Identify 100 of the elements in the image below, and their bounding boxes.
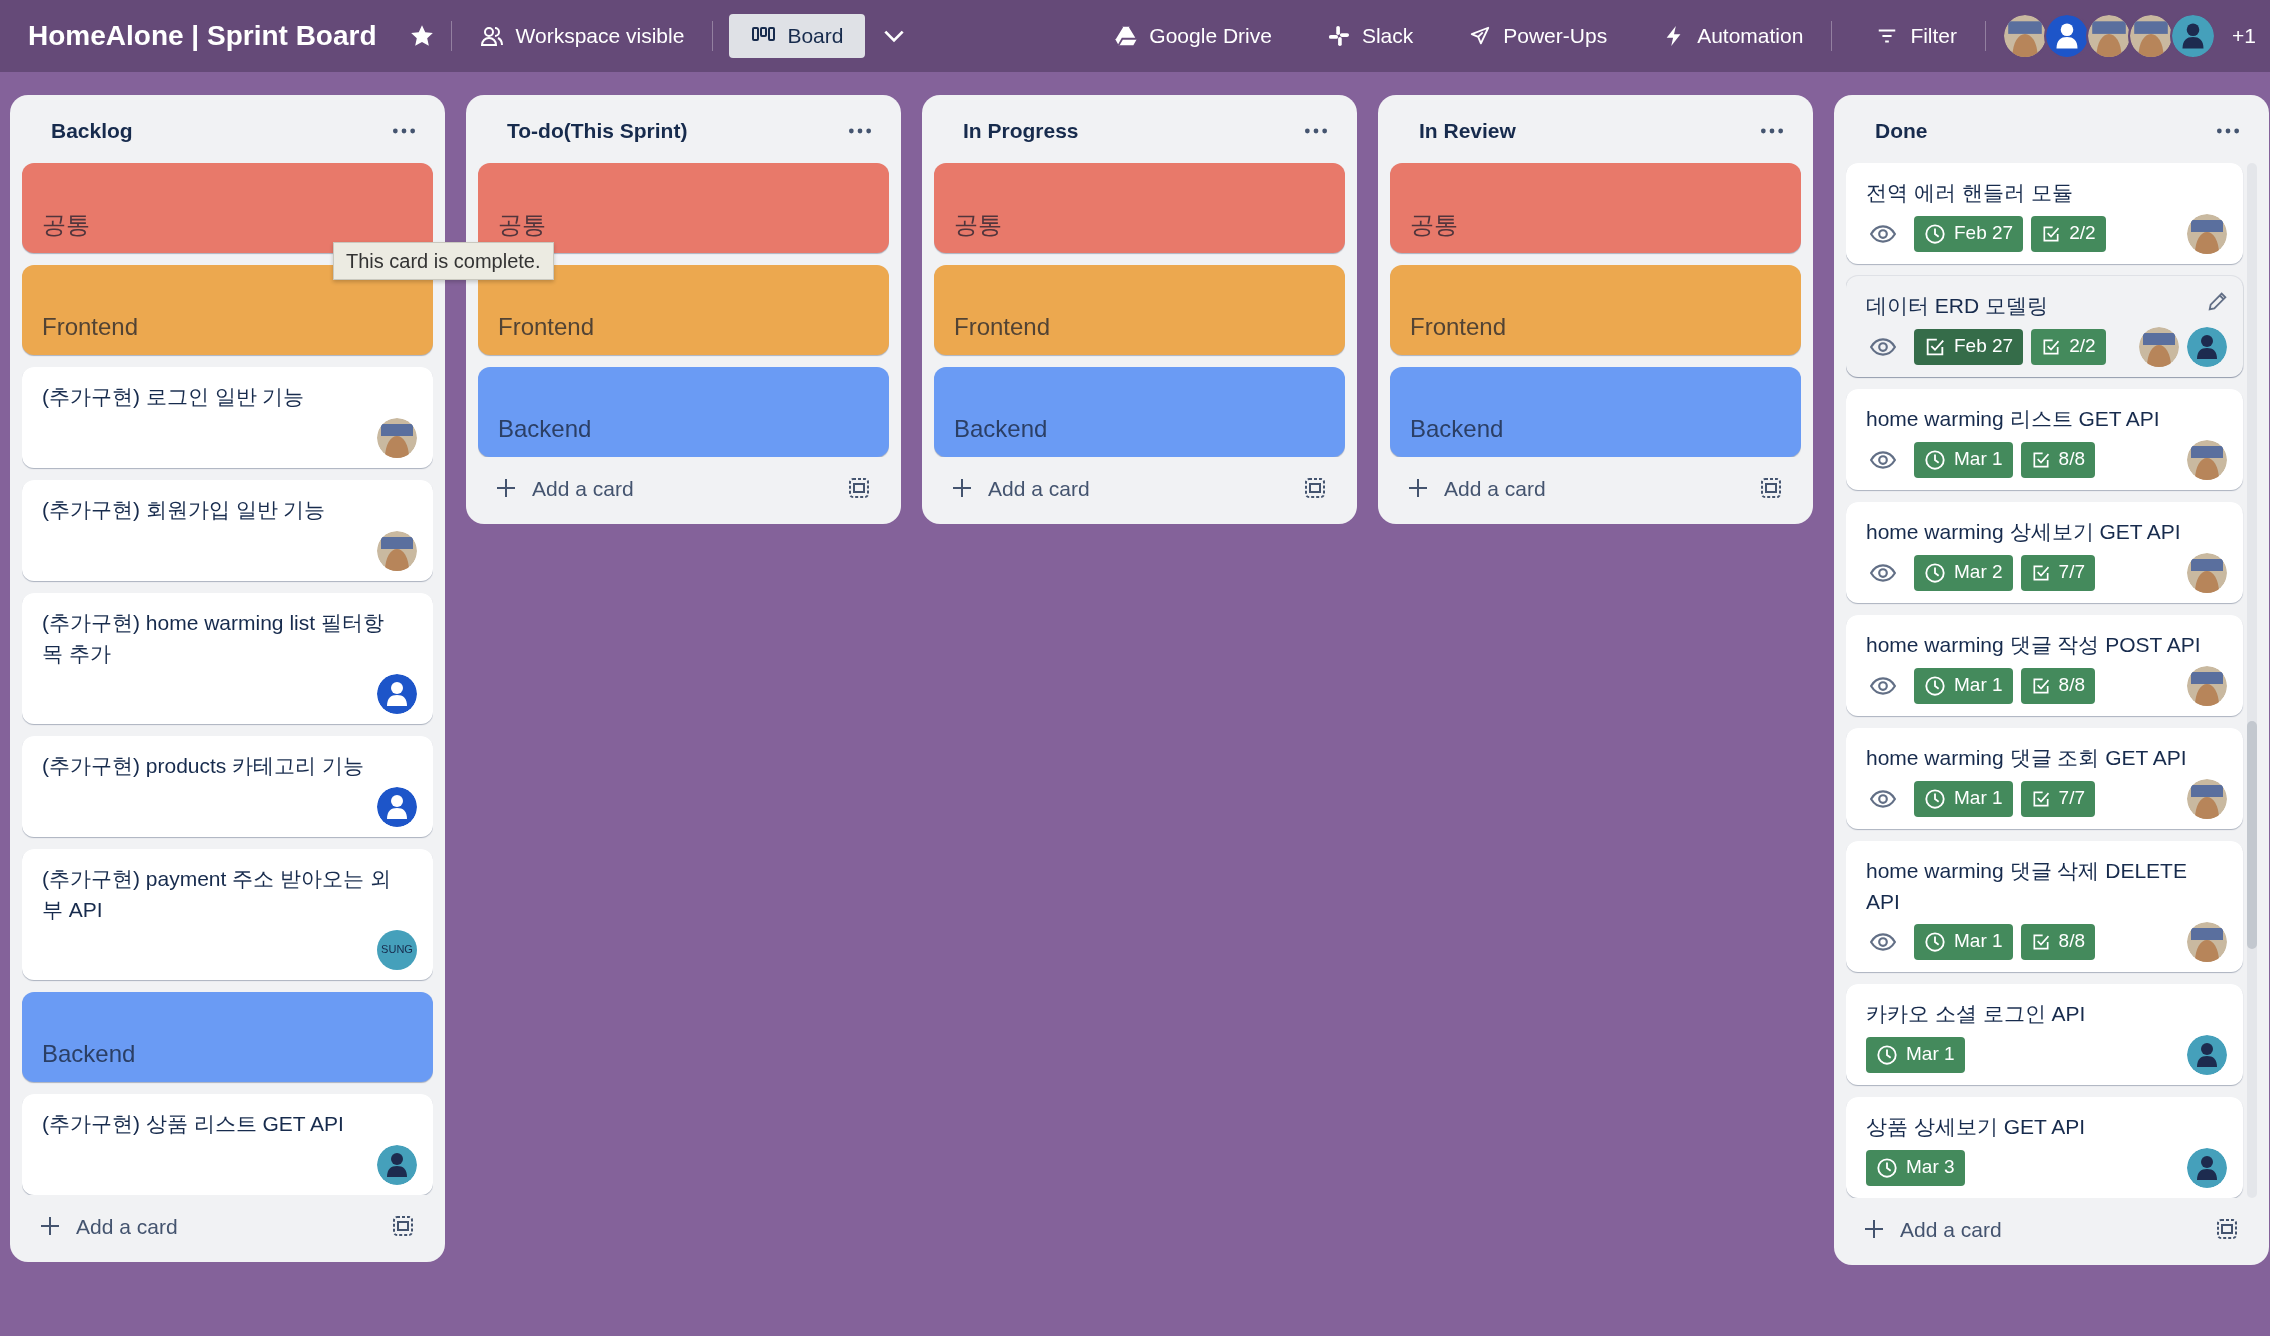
label-card[interactable]: Backend: [934, 366, 1345, 457]
due-date-badge[interactable]: Mar 2: [1914, 554, 2013, 591]
checklist-badge: 7/7: [2020, 554, 2095, 591]
label-card[interactable]: Frontend: [1390, 264, 1801, 355]
avatar: [2187, 326, 2227, 367]
visibility-button[interactable]: Workspace visible: [467, 14, 697, 58]
task-card[interactable]: (추가구현) 상품 리스트 GET API: [22, 1093, 433, 1195]
template-icon[interactable]: [391, 1214, 415, 1239]
avatar: [377, 417, 417, 458]
card-title: home warming 댓글 작성 POST API: [1866, 631, 2201, 658]
add-card-button[interactable]: Add a card: [938, 464, 1102, 512]
tooltip: This card is complete.: [333, 242, 554, 280]
card-title: home warming 댓글 삭제 DELETE API: [1866, 857, 2188, 915]
checklist-badge: 8/8: [2020, 441, 2095, 478]
view-tab[interactable]: Board: [729, 14, 866, 58]
scrollbar-thumb[interactable]: [2247, 721, 2257, 950]
toolbar-button[interactable]: Google Drive: [1103, 14, 1284, 58]
task-card[interactable]: (추가구현) payment 주소 받아오는 외부 API SUNG: [22, 848, 433, 980]
task-card[interactable]: (추가구현) 회원가입 일반 기능: [22, 479, 433, 581]
checklist-badge: 2/2: [2031, 215, 2106, 252]
card-title: 데이터 ERD 모델링: [1866, 292, 2048, 319]
template-icon[interactable]: [1759, 476, 1783, 501]
card-title: home warming 댓글 조회 GET API: [1866, 744, 2187, 771]
avatar: [377, 673, 417, 714]
card-title: home warming 리스트 GET API: [1866, 405, 2160, 432]
slack-icon: [1327, 25, 1350, 47]
due-date-badge[interactable]: Mar 1: [1914, 923, 2013, 960]
checklist-badge: 8/8: [2020, 667, 2095, 704]
clock-icon: [1924, 448, 1946, 471]
task-card[interactable]: 전역 에러 핸들러 모듈 Feb 27 2/2: [1846, 162, 2243, 264]
avatar: [2187, 921, 2227, 962]
checklist-badge: 2/2: [2031, 328, 2106, 365]
label-card[interactable]: 공통: [1390, 162, 1801, 253]
task-card[interactable]: home warming 리스트 GET API Mar 1 8/8: [1846, 388, 2243, 490]
clock-icon: [1924, 561, 1946, 584]
label-card[interactable]: Frontend: [934, 264, 1345, 355]
avatar: [377, 530, 417, 571]
checklist-badge: 7/7: [2020, 780, 2095, 817]
due-date-badge[interactable]: Feb 27: [1914, 215, 2024, 252]
add-card-button[interactable]: Add a card: [1850, 1205, 2014, 1253]
toolbar-button[interactable]: Slack: [1315, 14, 1426, 58]
label-card[interactable]: Backend: [1390, 366, 1801, 457]
list-title: In Review: [1419, 118, 1516, 144]
task-card[interactable]: 데이터 ERD 모델링 Feb 27 2/2: [1846, 275, 2243, 377]
card-title: 카카오 소셜 로그인 API: [1866, 1000, 2086, 1027]
task-card[interactable]: (추가구현) home warming list 필터항목 추가: [22, 592, 433, 724]
avatar: [2139, 326, 2179, 367]
card-title: home warming 상세보기 GET API: [1866, 518, 2181, 545]
avatar: [377, 1144, 417, 1185]
toolbar-button[interactable]: Automation: [1651, 14, 1816, 58]
avatar[interactable]: [2170, 13, 2217, 59]
label-card[interactable]: Backend: [478, 366, 889, 457]
clock-icon: [1924, 674, 1946, 697]
list-title: In Progress: [963, 118, 1079, 144]
task-card[interactable]: home warming 상세보기 GET API Mar 2 7/7: [1846, 501, 2243, 603]
label-card[interactable]: Backend: [22, 991, 433, 1082]
card-title: (추가구현) home warming list 필터항목 추가: [42, 609, 385, 667]
clock-icon: [1924, 222, 1946, 245]
label-card[interactable]: 공통: [22, 162, 433, 253]
card-title: (추가구현) 로그인 일반 기능: [42, 383, 305, 410]
card-title: (추가구현) payment 주소 받아오는 외부 API: [42, 865, 391, 923]
due-date-badge[interactable]: Mar 1: [1914, 667, 2013, 704]
clock-icon: [1876, 1043, 1898, 1066]
people-icon: [479, 24, 504, 48]
task-card[interactable]: (추가구현) products 카테고리 기능: [22, 735, 433, 837]
template-icon[interactable]: [1303, 476, 1327, 501]
task-card[interactable]: home warming 댓글 삭제 DELETE API Mar 1 8/8: [1846, 840, 2243, 972]
add-card-button[interactable]: Add a card: [26, 1202, 190, 1250]
task-card[interactable]: 카카오 소셜 로그인 API Mar 1: [1846, 983, 2243, 1085]
avatar: [377, 786, 417, 827]
clock-icon: [1876, 1156, 1898, 1179]
filter-button[interactable]: Filter: [1864, 14, 1970, 58]
task-card[interactable]: home warming 댓글 작성 POST API Mar 1 8/8: [1846, 614, 2243, 716]
board-title: HomeAlone | Sprint Board: [28, 19, 377, 53]
checklist-badge: 8/8: [2020, 923, 2095, 960]
template-icon[interactable]: [2215, 1217, 2239, 1242]
toolbar-button[interactable]: Power-Ups: [1457, 14, 1620, 58]
card-title: (추가구현) 회원가입 일반 기능: [42, 496, 326, 523]
list-title: To-do(This Sprint): [507, 118, 688, 144]
add-card-button[interactable]: Add a card: [1394, 464, 1558, 512]
avatar: [2187, 552, 2227, 593]
avatar: [2187, 1147, 2227, 1188]
due-date-badge[interactable]: Mar 1: [1914, 780, 2013, 817]
due-date-badge[interactable]: Feb 27: [1914, 328, 2024, 365]
avatar: [2187, 439, 2227, 480]
avatar: [2187, 213, 2227, 254]
template-icon[interactable]: [847, 476, 871, 501]
clock-icon: [1924, 930, 1946, 953]
due-date-badge[interactable]: Mar 1: [1866, 1036, 1965, 1073]
task-card[interactable]: home warming 댓글 조회 GET API Mar 1 7/7: [1846, 727, 2243, 829]
task-card[interactable]: (추가구현) 로그인 일반 기능: [22, 366, 433, 468]
label-card[interactable]: 공통: [478, 162, 889, 253]
due-date-badge[interactable]: Mar 3: [1866, 1149, 1965, 1186]
add-card-button[interactable]: Add a card: [482, 464, 646, 512]
due-date-badge[interactable]: Mar 1: [1914, 441, 2013, 478]
label-card[interactable]: 공통: [934, 162, 1345, 253]
task-card[interactable]: 상품 상세보기 GET API Mar 3: [1846, 1096, 2243, 1198]
member-count[interactable]: +1: [2232, 20, 2256, 52]
card-title: (추가구현) products 카테고리 기능: [42, 752, 365, 779]
card-title: 상품 상세보기 GET API: [1866, 1113, 2085, 1140]
